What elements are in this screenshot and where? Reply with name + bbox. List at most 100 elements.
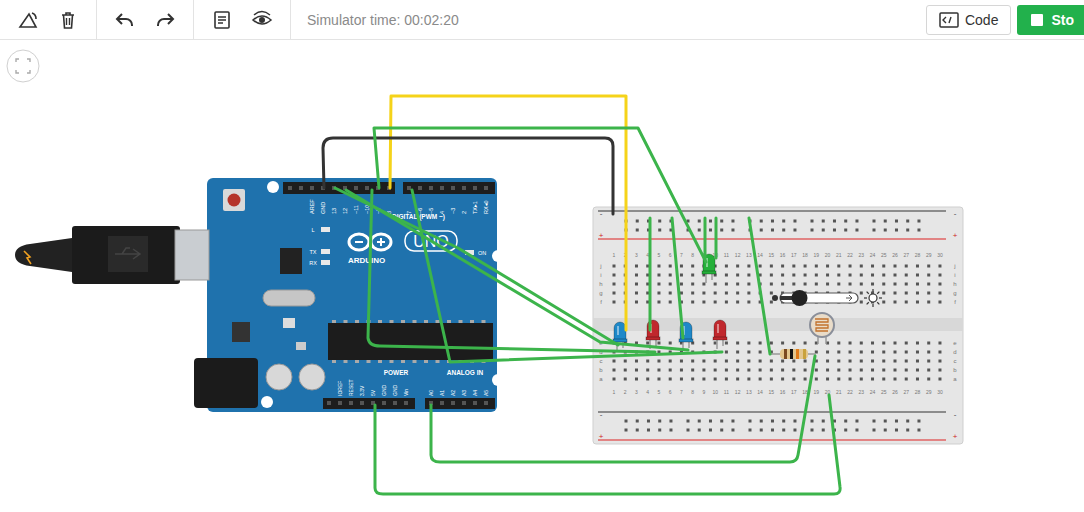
rotate-icon[interactable]	[8, 4, 48, 36]
wire[interactable]	[346, 190, 688, 350]
notes-icon[interactable]	[202, 4, 242, 36]
header-pin	[484, 401, 488, 405]
hole	[635, 283, 638, 286]
hole	[770, 378, 773, 381]
row-letter: b	[953, 367, 957, 373]
stop-icon	[1031, 14, 1043, 26]
wire[interactable]	[672, 218, 683, 338]
stop-label[interactable]: Sto	[1051, 12, 1074, 28]
hole	[702, 342, 705, 345]
hole	[927, 292, 930, 295]
rail-hole	[873, 220, 876, 223]
pin-label: A1	[439, 390, 445, 396]
column-number: 7	[680, 252, 683, 258]
hole	[691, 274, 694, 277]
rail-sign: -	[600, 209, 603, 218]
undo-icon[interactable]	[105, 4, 145, 36]
hole	[725, 378, 728, 381]
hole	[646, 369, 649, 372]
hole	[882, 369, 885, 372]
column-number: 25	[881, 389, 887, 395]
hole	[927, 369, 930, 372]
hole	[927, 265, 930, 268]
column-number: 8	[691, 252, 694, 258]
hole	[916, 274, 919, 277]
usb-chip	[280, 248, 302, 274]
rail-sign: +	[599, 231, 604, 240]
chip-pin	[447, 320, 451, 323]
hole	[871, 378, 874, 381]
hole	[725, 301, 728, 304]
regulator	[232, 322, 250, 342]
wire[interactable]	[715, 218, 718, 258]
reset-button[interactable]	[223, 189, 245, 211]
wire[interactable]	[431, 356, 815, 462]
header-pin	[440, 401, 444, 405]
rail-hole	[844, 429, 847, 432]
column-number: 29	[926, 252, 932, 258]
rail-hole	[771, 420, 774, 423]
hole	[747, 351, 750, 354]
slider-knob[interactable]	[792, 290, 808, 306]
power-icon	[24, 251, 31, 264]
chip-pin	[378, 320, 382, 323]
wire[interactable]	[704, 218, 707, 258]
power-label: POWER	[384, 369, 409, 376]
hole	[826, 274, 829, 277]
header-pin	[299, 186, 303, 190]
resistor-band	[790, 349, 793, 359]
code-button[interactable]: Code	[926, 5, 1011, 35]
hole	[894, 292, 897, 295]
header-pin	[288, 186, 292, 190]
wire[interactable]	[412, 190, 722, 362]
wire[interactable]	[649, 218, 652, 330]
hole	[938, 369, 941, 372]
wire[interactable]	[368, 190, 655, 352]
component	[296, 342, 306, 350]
rail-hole	[709, 420, 712, 423]
hole	[736, 265, 739, 268]
redo-icon[interactable]	[145, 4, 185, 36]
hole	[635, 292, 638, 295]
column-number: 2	[624, 389, 627, 395]
led[interactable]	[646, 320, 660, 349]
pin-label: A4	[472, 390, 478, 396]
header-pin	[310, 186, 314, 190]
trash-icon[interactable]	[48, 4, 88, 36]
rail-hole	[793, 429, 796, 432]
hole	[725, 360, 728, 363]
hole	[938, 283, 941, 286]
led[interactable]	[713, 320, 727, 349]
hole	[871, 283, 874, 286]
column-number: 28	[915, 252, 921, 258]
stop-simulation-button[interactable]: Sto	[1017, 5, 1084, 35]
rail-hole	[811, 220, 814, 223]
wire[interactable]	[390, 96, 626, 330]
row-letter: a	[953, 376, 957, 382]
hole	[646, 378, 649, 381]
resistor[interactable]	[770, 349, 816, 359]
row-letter: i	[600, 272, 601, 278]
fullscreen-icon[interactable]	[7, 50, 39, 82]
hole	[714, 342, 717, 345]
code-label[interactable]: Code	[965, 12, 998, 28]
reset-cap	[228, 194, 241, 207]
circuit-canvas[interactable]: 1122334455667788991010111112121313141415…	[0, 41, 1084, 512]
photoresistor[interactable]	[810, 313, 834, 344]
hole	[815, 265, 818, 268]
breadboard[interactable]: 1122334455667788991010111112121313141415…	[593, 207, 963, 444]
arduino-uno[interactable]: AREFGND1312~11~10~987~6~54~32TX▸1RX◂0DIG…	[15, 178, 504, 412]
header-pin	[462, 401, 466, 405]
eye-icon[interactable]	[242, 4, 282, 36]
rail-hole	[917, 220, 920, 223]
fullscreen-circle	[7, 50, 39, 82]
column-number: 5	[658, 252, 661, 258]
wire[interactable]	[749, 218, 770, 354]
hole	[792, 378, 795, 381]
wire[interactable]	[375, 395, 840, 494]
column-number: 11	[724, 389, 729, 395]
light-slider[interactable]	[772, 289, 882, 307]
rail-hole	[844, 220, 847, 223]
hole	[938, 292, 941, 295]
rail-hole	[811, 229, 814, 232]
